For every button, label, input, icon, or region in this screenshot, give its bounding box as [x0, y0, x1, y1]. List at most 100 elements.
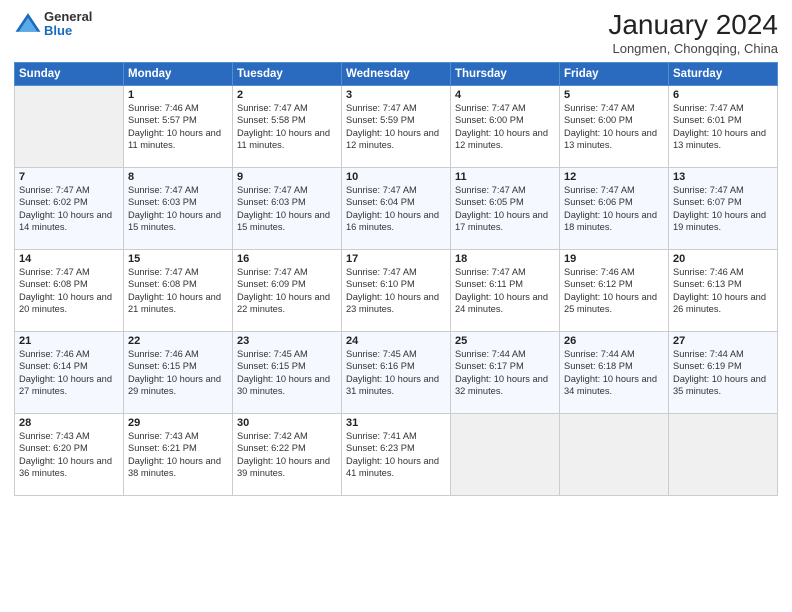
calendar-cell: 10Sunrise: 7:47 AMSunset: 6:04 PMDayligh… [342, 167, 451, 249]
day-number: 29 [128, 417, 228, 429]
day-header-tuesday: Tuesday [233, 62, 342, 85]
calendar-cell: 22Sunrise: 7:46 AMSunset: 6:15 PMDayligh… [124, 331, 233, 413]
day-header-monday: Monday [124, 62, 233, 85]
calendar-cell: 19Sunrise: 7:46 AMSunset: 6:12 PMDayligh… [560, 249, 669, 331]
day-header-thursday: Thursday [451, 62, 560, 85]
day-info: Sunrise: 7:47 AMSunset: 6:04 PMDaylight:… [346, 184, 446, 234]
calendar-cell: 23Sunrise: 7:45 AMSunset: 6:15 PMDayligh… [233, 331, 342, 413]
day-info: Sunrise: 7:45 AMSunset: 6:15 PMDaylight:… [237, 348, 337, 398]
calendar-cell: 6Sunrise: 7:47 AMSunset: 6:01 PMDaylight… [669, 85, 778, 167]
day-number: 14 [19, 253, 119, 265]
logo-icon [14, 10, 42, 38]
calendar-cell [15, 85, 124, 167]
calendar-cell: 2Sunrise: 7:47 AMSunset: 5:58 PMDaylight… [233, 85, 342, 167]
day-info: Sunrise: 7:42 AMSunset: 6:22 PMDaylight:… [237, 430, 337, 480]
title-block: January 2024 Longmen, Chongqing, China [608, 10, 778, 56]
location: Longmen, Chongqing, China [608, 41, 778, 56]
day-header-wednesday: Wednesday [342, 62, 451, 85]
calendar-cell: 25Sunrise: 7:44 AMSunset: 6:17 PMDayligh… [451, 331, 560, 413]
calendar-cell: 24Sunrise: 7:45 AMSunset: 6:16 PMDayligh… [342, 331, 451, 413]
day-info: Sunrise: 7:46 AMSunset: 6:15 PMDaylight:… [128, 348, 228, 398]
day-info: Sunrise: 7:47 AMSunset: 6:10 PMDaylight:… [346, 266, 446, 316]
calendar-cell: 20Sunrise: 7:46 AMSunset: 6:13 PMDayligh… [669, 249, 778, 331]
day-header-sunday: Sunday [15, 62, 124, 85]
calendar-cell: 21Sunrise: 7:46 AMSunset: 6:14 PMDayligh… [15, 331, 124, 413]
day-number: 11 [455, 171, 555, 183]
day-info: Sunrise: 7:44 AMSunset: 6:18 PMDaylight:… [564, 348, 664, 398]
calendar-cell: 4Sunrise: 7:47 AMSunset: 6:00 PMDaylight… [451, 85, 560, 167]
calendar-cell: 12Sunrise: 7:47 AMSunset: 6:06 PMDayligh… [560, 167, 669, 249]
day-number: 12 [564, 171, 664, 183]
day-number: 24 [346, 335, 446, 347]
day-info: Sunrise: 7:47 AMSunset: 6:01 PMDaylight:… [673, 102, 773, 152]
calendar-cell: 9Sunrise: 7:47 AMSunset: 6:03 PMDaylight… [233, 167, 342, 249]
day-number: 15 [128, 253, 228, 265]
week-row-1: 1Sunrise: 7:46 AMSunset: 5:57 PMDaylight… [15, 85, 778, 167]
day-number: 10 [346, 171, 446, 183]
day-info: Sunrise: 7:46 AMSunset: 6:13 PMDaylight:… [673, 266, 773, 316]
day-number: 7 [19, 171, 119, 183]
day-info: Sunrise: 7:47 AMSunset: 6:08 PMDaylight:… [128, 266, 228, 316]
logo-blue-text: Blue [44, 24, 92, 38]
day-number: 21 [19, 335, 119, 347]
day-info: Sunrise: 7:46 AMSunset: 6:14 PMDaylight:… [19, 348, 119, 398]
day-number: 31 [346, 417, 446, 429]
day-number: 28 [19, 417, 119, 429]
week-row-5: 28Sunrise: 7:43 AMSunset: 6:20 PMDayligh… [15, 413, 778, 495]
day-info: Sunrise: 7:46 AMSunset: 6:12 PMDaylight:… [564, 266, 664, 316]
day-info: Sunrise: 7:47 AMSunset: 6:05 PMDaylight:… [455, 184, 555, 234]
day-number: 1 [128, 89, 228, 101]
calendar-cell: 29Sunrise: 7:43 AMSunset: 6:21 PMDayligh… [124, 413, 233, 495]
day-number: 8 [128, 171, 228, 183]
day-info: Sunrise: 7:47 AMSunset: 6:03 PMDaylight:… [128, 184, 228, 234]
calendar-cell [451, 413, 560, 495]
calendar-cell: 16Sunrise: 7:47 AMSunset: 6:09 PMDayligh… [233, 249, 342, 331]
logo-text: General Blue [44, 10, 92, 39]
day-info: Sunrise: 7:43 AMSunset: 6:21 PMDaylight:… [128, 430, 228, 480]
calendar-cell: 1Sunrise: 7:46 AMSunset: 5:57 PMDaylight… [124, 85, 233, 167]
days-header-row: SundayMondayTuesdayWednesdayThursdayFrid… [15, 62, 778, 85]
day-number: 20 [673, 253, 773, 265]
day-info: Sunrise: 7:47 AMSunset: 6:02 PMDaylight:… [19, 184, 119, 234]
calendar-cell: 5Sunrise: 7:47 AMSunset: 6:00 PMDaylight… [560, 85, 669, 167]
header: General Blue January 2024 Longmen, Chong… [14, 10, 778, 56]
day-info: Sunrise: 7:44 AMSunset: 6:17 PMDaylight:… [455, 348, 555, 398]
day-number: 6 [673, 89, 773, 101]
day-number: 25 [455, 335, 555, 347]
day-info: Sunrise: 7:47 AMSunset: 6:03 PMDaylight:… [237, 184, 337, 234]
calendar-cell: 31Sunrise: 7:41 AMSunset: 6:23 PMDayligh… [342, 413, 451, 495]
calendar-cell [560, 413, 669, 495]
calendar-cell: 11Sunrise: 7:47 AMSunset: 6:05 PMDayligh… [451, 167, 560, 249]
logo-general-text: General [44, 10, 92, 24]
day-number: 18 [455, 253, 555, 265]
day-number: 17 [346, 253, 446, 265]
day-header-friday: Friday [560, 62, 669, 85]
day-info: Sunrise: 7:46 AMSunset: 5:57 PMDaylight:… [128, 102, 228, 152]
calendar-cell: 26Sunrise: 7:44 AMSunset: 6:18 PMDayligh… [560, 331, 669, 413]
day-info: Sunrise: 7:47 AMSunset: 6:00 PMDaylight:… [564, 102, 664, 152]
day-info: Sunrise: 7:47 AMSunset: 6:09 PMDaylight:… [237, 266, 337, 316]
calendar-cell: 13Sunrise: 7:47 AMSunset: 6:07 PMDayligh… [669, 167, 778, 249]
day-number: 3 [346, 89, 446, 101]
day-info: Sunrise: 7:43 AMSunset: 6:20 PMDaylight:… [19, 430, 119, 480]
page: General Blue January 2024 Longmen, Chong… [0, 0, 792, 612]
day-info: Sunrise: 7:47 AMSunset: 5:59 PMDaylight:… [346, 102, 446, 152]
day-number: 30 [237, 417, 337, 429]
day-number: 23 [237, 335, 337, 347]
week-row-2: 7Sunrise: 7:47 AMSunset: 6:02 PMDaylight… [15, 167, 778, 249]
calendar-cell: 3Sunrise: 7:47 AMSunset: 5:59 PMDaylight… [342, 85, 451, 167]
day-info: Sunrise: 7:47 AMSunset: 6:11 PMDaylight:… [455, 266, 555, 316]
day-number: 27 [673, 335, 773, 347]
month-title: January 2024 [608, 10, 778, 41]
calendar-cell: 14Sunrise: 7:47 AMSunset: 6:08 PMDayligh… [15, 249, 124, 331]
day-info: Sunrise: 7:47 AMSunset: 5:58 PMDaylight:… [237, 102, 337, 152]
week-row-3: 14 Sunrise: 7:47 AMSunset: 6:08 PMDayligh… [15, 249, 778, 331]
calendar-cell [669, 413, 778, 495]
day-number: 4 [455, 89, 555, 101]
day-number: 16 [237, 253, 337, 265]
day-number: 5 [564, 89, 664, 101]
calendar-cell: 17Sunrise: 7:47 AMSunset: 6:10 PMDayligh… [342, 249, 451, 331]
day-info: Sunrise: 7:44 AMSunset: 6:19 PMDaylight:… [673, 348, 773, 398]
calendar-cell: 30Sunrise: 7:42 AMSunset: 6:22 PMDayligh… [233, 413, 342, 495]
day-info: Sunrise: 7:47 AMSunset: 6:06 PMDaylight:… [564, 184, 664, 234]
